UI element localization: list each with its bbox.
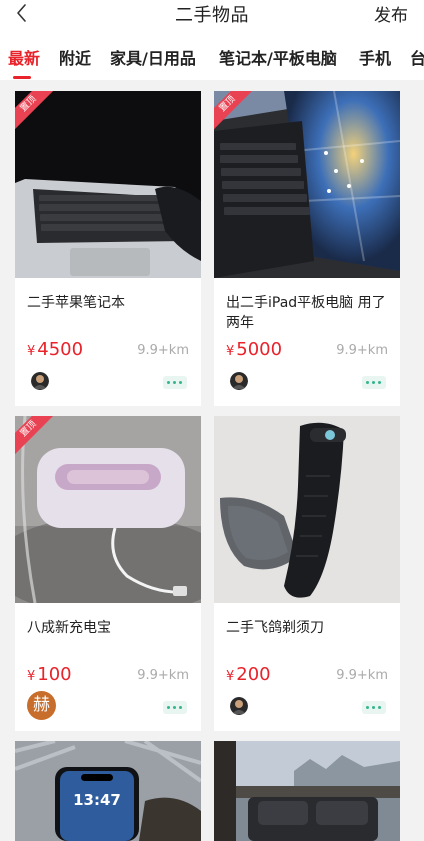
seller-avatar[interactable] [31, 372, 49, 390]
macbook-photo: 置顶 [15, 91, 201, 278]
listing-card[interactable]: 置顶 二手苹果笔记本 ¥4500 9.9+km [15, 91, 201, 406]
item-title: 八成新充电宝 [27, 620, 111, 636]
page-title: 二手物品 [175, 5, 249, 26]
shaver-photo [214, 416, 400, 603]
more-options-button[interactable] [163, 701, 187, 714]
iphone-photo: 13:47 [15, 741, 201, 841]
category-tabs: 最新 附近 家具/日用品 笔记本/平板电脑 手机 台 [0, 30, 424, 80]
seller-avatar[interactable]: 赫 [27, 691, 56, 720]
seller-avatar[interactable] [230, 697, 248, 715]
more-options-button[interactable] [362, 376, 386, 389]
tab-furniture-daily[interactable]: 家具/日用品 [110, 45, 196, 69]
more-options-button[interactable] [163, 376, 187, 389]
nav-header: 二手物品 发布 [0, 0, 424, 30]
item-title: 二手飞鸽剃须刀 [226, 620, 324, 636]
publish-button[interactable]: 发布 [374, 1, 408, 26]
listing-card[interactable]: 置顶 八成新充电宝 ¥100 9.9+km 赫 [15, 416, 201, 731]
item-price: ¥4500 [27, 339, 84, 360]
listing-card[interactable]: 二手飞鸽剃须刀 ¥200 9.9+km [214, 416, 400, 731]
seller-avatar[interactable] [230, 372, 248, 390]
tab-nearby[interactable]: 附近 [59, 45, 91, 69]
item-distance: 9.9+km [137, 343, 189, 358]
item-title: 出二手iPad平板电脑 用了两年 [226, 295, 386, 331]
item-distance: 9.9+km [137, 668, 189, 683]
item-price: ¥200 [226, 664, 271, 685]
active-tab-indicator [13, 76, 31, 79]
more-options-button[interactable] [362, 701, 386, 714]
phone-clock-text: 13:47 [73, 791, 121, 809]
item-distance: 9.9+km [336, 668, 388, 683]
listing-card[interactable]: 置顶 出二手iPad平板电脑 用了两年 ¥5000 9.9+km [214, 91, 400, 406]
tab-laptop-tablet[interactable]: 笔记本/平板电脑 [219, 45, 337, 69]
item-price: ¥5000 [226, 339, 283, 360]
avatar-character: 赫 [27, 691, 56, 720]
item-price: ¥100 [27, 664, 72, 685]
item-distance: 9.9+km [336, 343, 388, 358]
power-bank-photo: 置顶 [15, 416, 201, 603]
item-title: 二手苹果笔记本 [27, 295, 125, 311]
tab-more-truncated[interactable]: 台 [410, 45, 424, 69]
tab-phone[interactable]: 手机 [359, 45, 391, 69]
listing-card[interactable]: 13:47 [15, 741, 201, 841]
sofa-photo [214, 741, 400, 841]
listing-card[interactable] [214, 741, 400, 841]
ipad-keyboard-photo: 置顶 [214, 91, 400, 278]
tab-latest[interactable]: 最新 [8, 45, 40, 69]
